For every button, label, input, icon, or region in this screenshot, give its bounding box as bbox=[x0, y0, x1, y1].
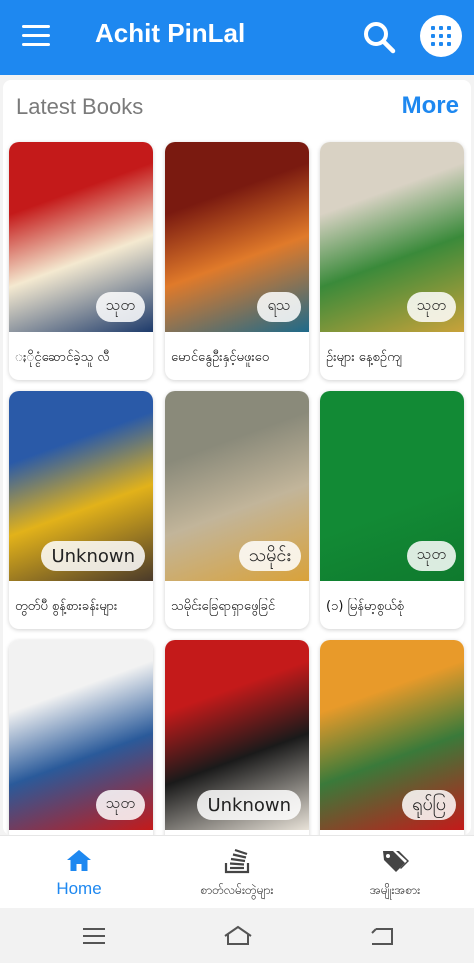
app-bar: Achit PinLal bbox=[0, 0, 474, 75]
bottom-navigation: Home စာတ်လမ်းတွဲများ အမျိုးအစား bbox=[0, 835, 474, 908]
stacked-books-icon bbox=[224, 848, 250, 874]
recents-icon[interactable] bbox=[80, 924, 108, 948]
book-card[interactable]: သုတ (၁) မြန်မာ့စွယ်စုံ bbox=[320, 391, 464, 629]
book-cover-image: သမိုင်း bbox=[165, 391, 309, 581]
book-cover-image: Unknown bbox=[9, 391, 153, 581]
section-title: Latest Books bbox=[16, 94, 144, 119]
nav-item-categories[interactable]: အမျိုးအစား bbox=[316, 836, 474, 909]
genre-badge: ရသ bbox=[257, 292, 301, 322]
book-cover-image: ရုပ်ပြ bbox=[320, 640, 464, 830]
home-icon bbox=[67, 850, 91, 871]
genre-badge: သုတ bbox=[95, 790, 145, 820]
book-cover-image: Unknown bbox=[165, 640, 309, 830]
book-title: မောင်နွေဦးနှင့်မဖူးဝေ bbox=[171, 350, 270, 365]
genre-badge: သုတ bbox=[406, 541, 456, 571]
book-card[interactable]: သုတဥ်းများ နေ့စဉ်ကျ bbox=[320, 142, 464, 380]
content-card: Latest Books More သုတႏိုင္ငံဆောင်ခဲ့သူ လ… bbox=[3, 80, 471, 835]
apps-grid-icon[interactable] bbox=[420, 15, 462, 57]
book-card[interactable]: သုတႏိုင္ငံဆောင်ခဲ့သူ လီ bbox=[9, 142, 153, 380]
home-outline-icon[interactable] bbox=[222, 924, 254, 948]
nav-item-home[interactable]: Home bbox=[0, 836, 158, 909]
book-card[interactable]: ရသမောင်နွေဦးနှင့်မဖူးဝေ bbox=[165, 142, 309, 380]
app-root: Achit PinLal Latest Books More သုတႏိုင္င… bbox=[0, 0, 474, 963]
search-icon[interactable] bbox=[362, 20, 396, 54]
book-title: သမိုင်းခြေရာရှာဖွေခြင် bbox=[171, 599, 276, 614]
book-cover-image: သုတ bbox=[320, 391, 464, 581]
book-title: (၁) မြန်မာ့စွယ်စုံ bbox=[326, 599, 404, 614]
book-cover-image: ရသ bbox=[165, 142, 309, 332]
genre-badge: သုတ bbox=[95, 292, 145, 322]
back-icon[interactable] bbox=[368, 924, 396, 948]
book-card[interactable]: Unknown bbox=[165, 640, 309, 835]
book-cover-image: သုတ bbox=[9, 142, 153, 332]
genre-badge: Unknown bbox=[41, 541, 145, 571]
app-title: Achit PinLal bbox=[95, 18, 246, 48]
section-header: Latest Books More bbox=[3, 80, 471, 136]
genre-badge: ရုပ်ပြ bbox=[402, 790, 456, 820]
book-title: ဥ်းများ နေ့စဉ်ကျ bbox=[326, 350, 402, 365]
book-card[interactable]: ရုပ်ပြ bbox=[320, 640, 464, 835]
book-card[interactable]: Unknown တွတ်ပီ စွန့်စားခန်းများ bbox=[9, 391, 153, 629]
genre-badge: သုတ bbox=[406, 292, 456, 322]
book-card[interactable]: သုတ bbox=[9, 640, 153, 835]
hamburger-menu-icon[interactable] bbox=[22, 25, 50, 47]
book-cover-image: သုတ bbox=[320, 142, 464, 332]
book-title: တွတ်ပီ စွန့်စားခန်းများ bbox=[15, 599, 118, 614]
nav-label-series: စာတ်လမ်းတွဲများ bbox=[200, 883, 274, 897]
system-navigation-bar bbox=[0, 908, 474, 963]
genre-badge: Unknown bbox=[197, 790, 301, 820]
nav-label-categories: အမျိုးအစား bbox=[369, 883, 421, 897]
tags-icon bbox=[383, 851, 409, 872]
book-card[interactable]: သမိုင်းသမိုင်းခြေရာရှာဖွေခြင် bbox=[165, 391, 309, 629]
nav-item-series[interactable]: စာတ်လမ်းတွဲများ bbox=[158, 836, 316, 909]
nav-label-home: Home bbox=[56, 879, 102, 898]
genre-badge: သမိုင်း bbox=[238, 541, 301, 571]
more-link[interactable]: More bbox=[402, 92, 459, 120]
book-cover-image: သုတ bbox=[9, 640, 153, 830]
book-title: ႏိုင္ငံဆောင်ခဲ့သူ လီ bbox=[15, 350, 110, 365]
